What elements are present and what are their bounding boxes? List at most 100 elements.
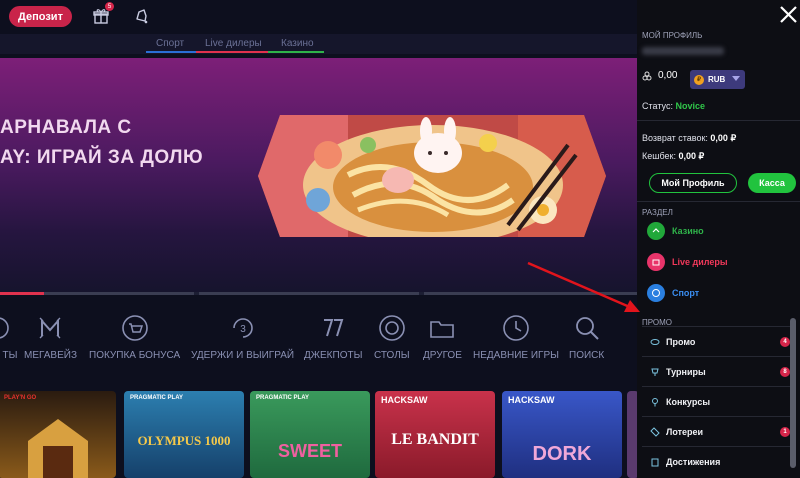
tab-sport[interactable]: Спорт bbox=[156, 38, 184, 49]
promo-item-contests[interactable]: Конкурсы bbox=[642, 386, 794, 416]
progress-segment[interactable] bbox=[44, 292, 194, 295]
section-live-dealers[interactable]: Live дилеры bbox=[647, 253, 728, 271]
category-partial[interactable]: ТЫ bbox=[0, 314, 24, 361]
category-search[interactable]: ПОИСК bbox=[569, 314, 604, 361]
hold-and-win-icon: 3 bbox=[232, 318, 253, 338]
category-other[interactable]: ДРУГОЕ bbox=[423, 314, 462, 361]
balance-value: 0,00 bbox=[658, 70, 678, 81]
megaways-icon bbox=[39, 317, 61, 339]
category-bonus-buy[interactable]: ПОКУПКА БОНУСА bbox=[89, 314, 180, 361]
cashback-row: Кешбек: 0,00 ₽ bbox=[642, 151, 704, 162]
game-title: LE BANDIT bbox=[391, 431, 479, 448]
status-label: Статус: bbox=[642, 101, 673, 111]
status-row: Статус: Novice bbox=[642, 101, 705, 111]
promo-icon bbox=[650, 338, 660, 345]
promo-label: Достижения bbox=[666, 456, 721, 467]
close-icon[interactable] bbox=[779, 5, 798, 24]
ticket-icon bbox=[650, 426, 660, 437]
section-label: Спорт bbox=[672, 288, 700, 298]
trophy-icon bbox=[651, 368, 659, 376]
chevron-down-icon bbox=[732, 76, 740, 81]
tab-casino[interactable]: Казино bbox=[281, 38, 314, 49]
progress-active-segment bbox=[0, 292, 44, 295]
banner-title-line2: AY: ИГРАЙ ЗА ДОЛЮ bbox=[0, 147, 204, 168]
game-provider: PLAY'N GO bbox=[4, 395, 37, 401]
banner-progress bbox=[0, 292, 637, 295]
category-label: ПОИСК bbox=[569, 350, 605, 361]
balance-row: 0,00 bbox=[642, 70, 677, 81]
category-hold-and-win[interactable]: 3 УДЕРЖИ И ВЫИГРАЙ bbox=[191, 314, 294, 361]
game-card[interactable]: HACKSAW DORK bbox=[502, 391, 622, 478]
game-provider: HACKSAW bbox=[508, 395, 555, 405]
tab-live-dealers[interactable]: Live дилеры bbox=[205, 38, 262, 49]
game-card[interactable]: PRAGMATIC PLAY SWEET bbox=[250, 391, 370, 478]
category-label: УДЕРЖИ И ВЫИГРАЙ bbox=[191, 350, 295, 361]
ruble-coin-icon: ₽ bbox=[694, 74, 704, 85]
category-tabs: Спорт Live дилеры Казино bbox=[0, 34, 637, 54]
category-label: МЕГАВЕЙЗ bbox=[24, 350, 77, 361]
cashback-value: 0,00 ₽ bbox=[678, 151, 705, 161]
live-dealers-icon bbox=[647, 253, 665, 271]
currency-select[interactable]: ₽ RUB bbox=[690, 70, 745, 89]
panel-scrollbar[interactable] bbox=[790, 318, 796, 468]
promo-item-promo[interactable]: Промо 4 bbox=[642, 326, 794, 356]
promo-badge: 4 bbox=[780, 337, 790, 347]
promo-item-lotteries[interactable]: Лотереи 1 bbox=[642, 416, 794, 446]
category-jackpots[interactable]: ДЖЕКПОТЫ bbox=[304, 314, 362, 361]
tables-icon bbox=[379, 315, 405, 341]
category-label: ПОКУПКА БОНУСА bbox=[89, 350, 181, 361]
divider bbox=[637, 120, 800, 121]
category-nav: ТЫ МЕГАВЕЙЗ ПОКУПКА БОНУСА 3 УДЕРЖИ И ВЫ… bbox=[0, 300, 637, 378]
section-casino[interactable]: Казино bbox=[647, 222, 704, 240]
promo-label: Промо bbox=[666, 336, 696, 347]
game-card[interactable]: HACKSAW LE BANDIT bbox=[375, 391, 495, 478]
bonus-buy-icon bbox=[121, 315, 148, 341]
game-provider: PRAGMATIC PLAY bbox=[256, 395, 310, 401]
promo-label: Лотереи bbox=[666, 426, 704, 437]
notification-bell-icon[interactable] bbox=[133, 8, 149, 24]
promo-item-tournaments[interactable]: Турниры 8 bbox=[642, 356, 794, 386]
promo-label: Турниры bbox=[666, 366, 706, 377]
refund-value: 0,00 ₽ bbox=[710, 133, 737, 143]
sport-icon bbox=[647, 284, 665, 302]
game-artwork bbox=[28, 419, 88, 478]
category-label: ДЖЕКПОТЫ bbox=[304, 350, 363, 361]
pin-icon bbox=[652, 397, 658, 406]
game-title: OLYMPUS 1000 bbox=[137, 433, 231, 448]
promo-badge: 1 bbox=[780, 427, 790, 437]
category-label: СТОЛЫ bbox=[374, 350, 410, 361]
section-sport[interactable]: Спорт bbox=[647, 284, 699, 302]
banner-title: АРНАВАЛА С AY: ИГРАЙ ЗА ДОЛЮ bbox=[0, 113, 203, 173]
search-icon bbox=[575, 317, 599, 340]
promo-banner[interactable]: АРНАВАЛА С AY: ИГРАЙ ЗА ДОЛЮ bbox=[0, 58, 637, 292]
progress-segment[interactable] bbox=[424, 292, 637, 295]
folder-icon bbox=[430, 321, 455, 338]
profile-panel: МОЙ ПРОФИЛЬ 0,00 ₽ RUB Статус: Novice Во… bbox=[637, 0, 800, 478]
svg-text:3: 3 bbox=[240, 324, 246, 335]
gift-badge: 5 bbox=[105, 2, 114, 11]
refund-row: Возврат ставок: 0,00 ₽ bbox=[642, 133, 736, 144]
games-row: PLAY'N GO PRAGMATIC PLAY OLYMPUS 1000 PR… bbox=[0, 391, 639, 478]
deposit-button[interactable]: Депозит bbox=[9, 6, 72, 27]
currency-label: RUB bbox=[708, 75, 726, 84]
game-card[interactable]: PLAY'N GO bbox=[0, 391, 116, 478]
progress-segment[interactable] bbox=[199, 292, 419, 295]
section-heading: РАЗДЕЛ bbox=[642, 208, 673, 217]
category-megaways[interactable]: МЕГАВЕЙЗ bbox=[24, 314, 77, 361]
category-recent[interactable]: НЕДАВНИЕ ИГРЫ bbox=[473, 314, 559, 361]
wallet-icon bbox=[642, 71, 652, 80]
divider bbox=[637, 201, 800, 202]
section-label: Live дилеры bbox=[672, 257, 728, 267]
game-card[interactable]: PRAGMATIC PLAY OLYMPUS 1000 bbox=[124, 391, 244, 478]
category-label: ДРУГОЕ bbox=[423, 350, 462, 361]
tab-live-underline bbox=[196, 51, 268, 53]
category-label: ТЫ bbox=[2, 350, 18, 361]
casino-page: Депозит 5 Спорт Live дилеры Казино АРНАВ… bbox=[0, 0, 800, 478]
casino-icon bbox=[647, 222, 665, 240]
my-profile-button[interactable]: Мой Профиль bbox=[649, 173, 737, 193]
category-tables[interactable]: СТОЛЫ bbox=[374, 314, 410, 361]
cashier-button[interactable]: Касса bbox=[748, 173, 796, 193]
status-value: Novice bbox=[675, 101, 705, 111]
promo-item-achievements[interactable]: Достижения bbox=[642, 446, 794, 476]
banner-artwork bbox=[258, 115, 606, 237]
